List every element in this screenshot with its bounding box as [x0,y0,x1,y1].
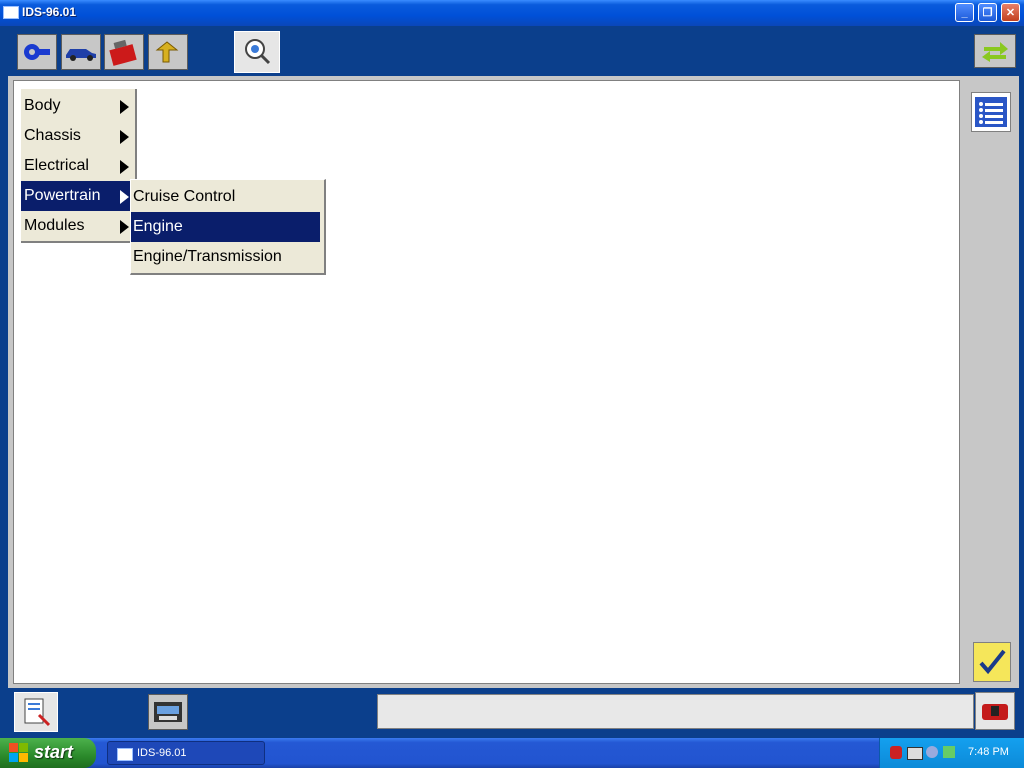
vcm-button[interactable] [975,692,1015,730]
recorder-button[interactable] [148,694,188,730]
submenu-arrow-icon [120,190,129,204]
powertrain-submenu: Cruise Control Engine Engine/Transmissio… [130,179,326,275]
submenu-arrow-icon [120,100,129,114]
submenu-arrow-icon [120,130,129,144]
window-title: IDS-96.01 [22,5,77,19]
start-label: start [34,742,74,762]
submenu-item-label: Engine [133,218,183,235]
menu-item-body[interactable]: Body [21,91,131,121]
network-icon[interactable] [926,746,938,758]
menu-item-label: Powertrain [24,187,101,204]
tasks-icon [155,41,179,63]
report-button[interactable] [14,692,58,732]
minimize-button[interactable]: _ [955,3,974,22]
test-tab-button[interactable] [234,31,280,73]
task-window-icon [117,748,133,761]
close-button[interactable]: ✕ [1001,3,1020,22]
clock[interactable]: 7:48 PM [968,746,1009,758]
security-shield-icon[interactable] [890,746,902,759]
list-button[interactable] [971,92,1011,132]
content-canvas [13,80,960,684]
menu-item-label: Body [24,97,61,114]
app-window-icon [3,6,19,19]
menu-item-label: Chassis [24,127,81,144]
toolbox-button[interactable] [104,34,144,70]
restore-button[interactable]: ❐ [978,3,997,22]
menu-item-chassis[interactable]: Chassis [21,121,131,151]
taskbar-task-ids[interactable]: IDS-96.01 [107,741,265,765]
vehicle-connect-icon [24,44,50,60]
menu-item-electrical[interactable]: Electrical [21,151,131,181]
vehicle-button[interactable] [61,34,101,70]
submenu-arrow-icon [120,160,129,174]
menu-item-powertrain[interactable]: Powertrain [21,181,131,211]
swap-button[interactable] [974,34,1016,68]
app-area [2,26,1021,738]
tasks-button[interactable] [148,34,188,70]
report-icon [24,698,51,727]
category-menu: Body Chassis Electrical Powertrain Modul… [21,89,137,243]
system-tray: 7:48 PM [879,738,1024,768]
film-recorder-icon [154,702,182,722]
menu-item-modules[interactable]: Modules [21,211,131,241]
submenu-arrow-icon [120,220,129,234]
checkmark-icon [979,649,1006,675]
start-button[interactable]: start [0,738,96,768]
vm-icon[interactable] [907,747,923,760]
submenu-item-label: Cruise Control [133,188,236,205]
test-magnifier-icon [245,39,271,65]
vehicle-icon [66,49,96,61]
submenu-item-engine[interactable]: Engine [131,212,320,242]
submenu-item-label: Engine/Transmission [133,248,282,265]
main-frame [8,76,965,688]
submenu-item-engine-transmission[interactable]: Engine/Transmission [131,242,320,272]
right-sidebar [965,76,1019,688]
confirm-button[interactable] [973,642,1011,682]
vehicle-connect-button[interactable] [17,34,57,70]
connection-icon[interactable] [943,746,955,758]
list-icon [975,97,1007,127]
title-bar[interactable]: IDS-96.01 _ ❐ ✕ [0,0,1024,26]
vcm-device-icon [982,704,1008,720]
windows-logo-icon [9,743,28,762]
task-label: IDS-96.01 [137,747,187,759]
swap-arrows-icon [982,42,1008,62]
taskbar: start IDS-96.01 7:48 PM [0,738,1024,768]
menu-item-label: Modules [24,217,85,234]
submenu-item-cruise-control[interactable]: Cruise Control [131,182,320,212]
status-box [377,694,974,729]
toolbox-icon [109,39,137,66]
menu-item-label: Electrical [24,157,89,174]
